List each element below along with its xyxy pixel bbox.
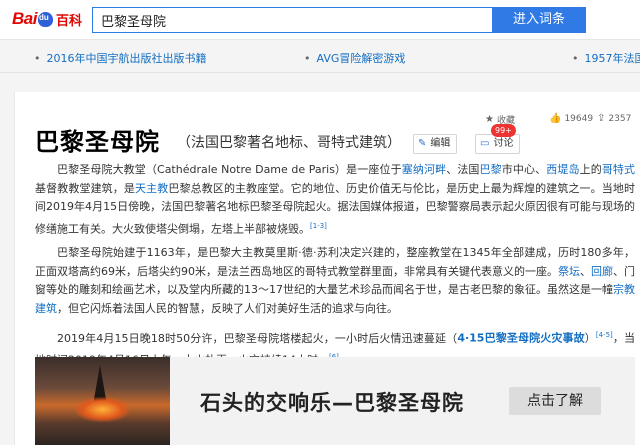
banner-title: 石头的交响乐—巴黎圣母院	[200, 391, 464, 415]
logo-bai-text: Bai	[12, 9, 37, 28]
paw-icon	[37, 11, 53, 27]
related-entry-book[interactable]: 2016年中国宇航出版社出版书籍	[34, 50, 207, 66]
chat-icon: ▭	[480, 138, 490, 149]
learn-more-button[interactable]: 点击了解	[509, 387, 601, 415]
logo-baike-text: 百科	[55, 13, 82, 29]
link-catholic[interactable]: 天主教	[135, 182, 168, 195]
feature-banner[interactable]: 石头的交响乐—巴黎圣母院 点击了解	[35, 357, 635, 445]
citation-1-3[interactable]: [1-3]	[310, 222, 327, 230]
link-seine[interactable]: 塞纳河畔	[402, 163, 446, 176]
like-count: 19649	[564, 113, 594, 124]
link-ile-de-la-cite[interactable]: 西堤岛	[546, 163, 579, 176]
enter-entry-button[interactable]: 进入词条	[492, 7, 586, 33]
share-count: 2357	[608, 113, 632, 124]
share-button[interactable]: ⇪ 2357	[597, 113, 631, 124]
thumbs-up-icon: 👍	[549, 113, 562, 124]
like-button[interactable]: 👍 19649	[549, 113, 593, 124]
paragraph-history: 巴黎圣母院始建于1163年，是巴黎大主教莫里斯·德·苏利决定兴建的，整座教堂在1…	[35, 246, 635, 315]
cathedral-fire-image	[35, 357, 170, 445]
baidu-baike-logo[interactable]: Bai 百科	[12, 8, 82, 30]
related-entry-game[interactable]: AVG冒险解密游戏	[304, 50, 406, 66]
link-paris[interactable]: 巴黎	[480, 163, 502, 176]
page-subtitle: （法国巴黎著名地标、哥特式建筑）	[177, 135, 401, 151]
link-altar[interactable]: 祭坛	[558, 265, 580, 278]
link-gothic[interactable]: 哥特式	[602, 163, 635, 176]
share-icon: ⇪	[597, 113, 606, 124]
discuss-button[interactable]: ▭ 讨论	[475, 134, 521, 154]
related-entry-film[interactable]: 1957年法国	[572, 50, 640, 66]
paragraph-intro: 巴黎圣母院大教堂（Cathédrale Notre Dame de Paris）…	[35, 163, 636, 236]
page-title: 巴黎圣母院	[35, 128, 160, 156]
discuss-count-badge: 99+	[491, 124, 516, 137]
pencil-icon: ✎	[418, 138, 427, 149]
header: Bai 百科 进入词条	[0, 0, 640, 40]
citation-4-5[interactable]: [4-5]	[596, 331, 613, 339]
fire-glow	[75, 397, 130, 422]
link-fire-incident[interactable]: 4·15巴黎圣母院火灾事故	[457, 332, 584, 345]
article-card: ★ 收藏 👍 19649 ⇪ 2357 巴黎圣母院 （法国巴黎著名地标、哥特式建…	[14, 92, 640, 445]
search-input[interactable]	[92, 7, 492, 33]
edit-button[interactable]: ✎ 编辑	[413, 134, 458, 154]
star-icon: ★	[485, 114, 494, 125]
related-entries-bar: 2016年中国宇航出版社出版书籍 AVG冒险解密游戏 1957年法国	[0, 41, 640, 73]
link-cloister[interactable]: 回廊	[591, 265, 613, 278]
